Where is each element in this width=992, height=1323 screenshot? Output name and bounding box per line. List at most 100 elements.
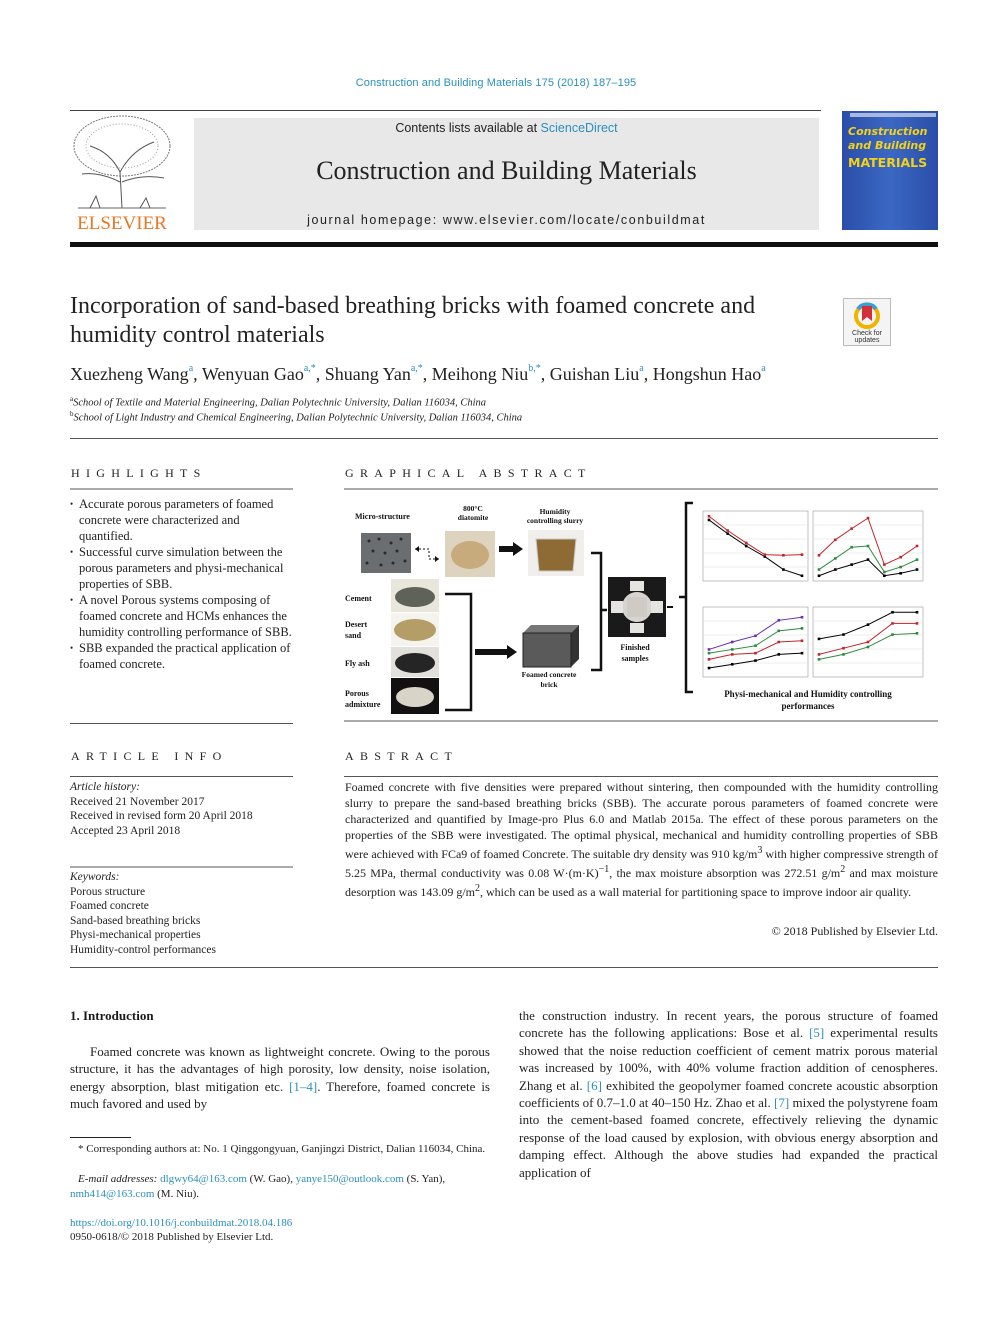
email-link[interactable]: nmh414@163.com (70, 1188, 154, 1200)
data-point (707, 518, 711, 522)
data-point (817, 574, 821, 578)
data-point (726, 532, 729, 535)
highlights-rule (70, 488, 293, 490)
data-point (866, 516, 870, 520)
highlight-item: A novel Porous systems composing of foam… (70, 592, 294, 640)
data-point (726, 529, 729, 532)
contents-available: Contents lists available at ScienceDirec… (395, 121, 618, 135)
mini-chart-frame (702, 510, 809, 582)
data-point (777, 640, 781, 644)
data-point (842, 633, 845, 636)
highlights-bottom-rule (70, 723, 293, 724)
highlights-list: Accurate porous parameters of foamed con… (70, 496, 294, 672)
journal-homepage[interactable]: journal homepage: www.elsevier.com/locat… (194, 213, 819, 227)
email-link[interactable]: dlgwy64@163.com (160, 1173, 247, 1185)
abstract-rule (344, 776, 938, 777)
author[interactable]: Meihong Niub,* (432, 363, 541, 384)
data-point (730, 663, 734, 666)
data-point (817, 554, 821, 557)
foamed-brick-image (523, 633, 571, 667)
label-caption: Physi-mechanical and Humidity controllin… (724, 689, 892, 711)
data-point (800, 574, 804, 578)
data-point (817, 568, 821, 571)
data-point (834, 568, 837, 571)
highlight-item: SBB expanded the practical application o… (70, 640, 294, 672)
journal-citation[interactable]: Construction and Building Materials 175 … (0, 77, 992, 89)
issn-copyright: 0950-0618/© 2018 Published by Elsevier L… (70, 1231, 274, 1243)
introduction-heading: 1. Introduction (70, 1008, 154, 1023)
mini-chart (702, 510, 809, 582)
journal-cover[interactable]: Construction and Building MATERIALS (842, 111, 938, 230)
author[interactable]: Shuang Yana,* (325, 363, 423, 384)
data-point (782, 554, 785, 557)
label-diatomite: 800°C diatomite (458, 504, 489, 522)
data-point (915, 632, 919, 635)
data-point (730, 653, 734, 656)
history-label: Article history: (70, 781, 140, 793)
intro-column-1: Foamed concrete was known as lightweight… (70, 1044, 490, 1112)
keyword: Physi-mechanical properties (70, 929, 201, 941)
data-point (817, 637, 821, 641)
article-title: Incorporation of sand-based breathing br… (70, 293, 756, 348)
data-point (777, 629, 781, 633)
email-addresses: E-mail addresses: dlgwy64@163.com (W. Ga… (70, 1173, 446, 1200)
author[interactable]: Wenyuan Gaoa,* (202, 363, 316, 384)
elsevier-logo[interactable]: ELSEVIER (70, 112, 174, 234)
author-list: Xuezheng Wanga, Wenyuan Gaoa,*, Shuang Y… (70, 363, 766, 384)
data-point (915, 544, 919, 548)
data-point (915, 558, 919, 561)
data-point (866, 544, 870, 548)
ref-7[interactable]: [7] (774, 1095, 789, 1110)
data-point (707, 648, 711, 651)
author[interactable]: Xuezheng Wanga (70, 363, 193, 384)
graphical-abstract-figure[interactable]: Micro-structure 800°C diatomite Humidity c… (343, 497, 938, 715)
history-item: Received in revised form 20 April 2018 (70, 810, 253, 822)
data-point (777, 619, 781, 622)
data-point (754, 651, 757, 655)
data-point (899, 555, 902, 559)
data-point (850, 527, 853, 530)
data-point (891, 610, 894, 614)
data-point (744, 541, 748, 545)
keyword: Porous structure (70, 885, 146, 898)
label-porous-admixture: Porous admixture (345, 689, 381, 709)
data-point (754, 659, 757, 662)
data-point (707, 658, 711, 661)
data-point (763, 553, 767, 556)
article-info-rule (70, 776, 293, 777)
abstract-copyright: © 2018 Published by Elsevier Ltd. (771, 924, 938, 938)
mini-chart (812, 606, 924, 678)
data-point (800, 651, 804, 655)
sciencedirect-link[interactable]: ScienceDirect (541, 121, 618, 135)
data-point (834, 557, 837, 560)
label-finished: Finished samples (620, 643, 650, 663)
ref-1-4[interactable]: [1–4] (289, 1079, 317, 1094)
email-link[interactable]: yanye150@outlook.com (296, 1173, 404, 1185)
data-point (800, 553, 804, 556)
mini-charts (702, 510, 924, 678)
data-point (866, 558, 870, 561)
keyword: Foamed concrete (70, 900, 149, 912)
doi-link[interactable]: https://doi.org/10.1016/j.conbuildmat.20… (70, 1216, 292, 1231)
ref-5[interactable]: [5] (809, 1025, 824, 1040)
data-point (707, 514, 711, 518)
svg-text:ELSEVIER: ELSEVIER (77, 213, 167, 232)
ref-6[interactable]: [6] (587, 1078, 602, 1093)
data-point (883, 574, 886, 578)
data-point (730, 640, 734, 644)
check-for-updates-badge[interactable]: Check for updates (843, 298, 891, 346)
header-thick-rule (70, 242, 938, 247)
abstract-text: Foamed concrete with five densities were… (345, 780, 938, 899)
graphical-abstract-bottom-rule (344, 720, 938, 722)
data-point (707, 666, 711, 670)
affiliation: bSchool of Light Industry and Chemical E… (70, 410, 523, 424)
data-point (817, 653, 821, 656)
data-point (915, 622, 919, 625)
data-point (800, 627, 804, 630)
history-item: Accepted 23 April 2018 (70, 824, 181, 837)
author[interactable]: Hongshun Haoa (653, 363, 766, 384)
author[interactable]: Guishan Liua (550, 363, 644, 384)
journal-banner: Contents lists available at ScienceDirec… (194, 118, 819, 230)
data-point (891, 622, 894, 625)
data-point (866, 640, 870, 644)
